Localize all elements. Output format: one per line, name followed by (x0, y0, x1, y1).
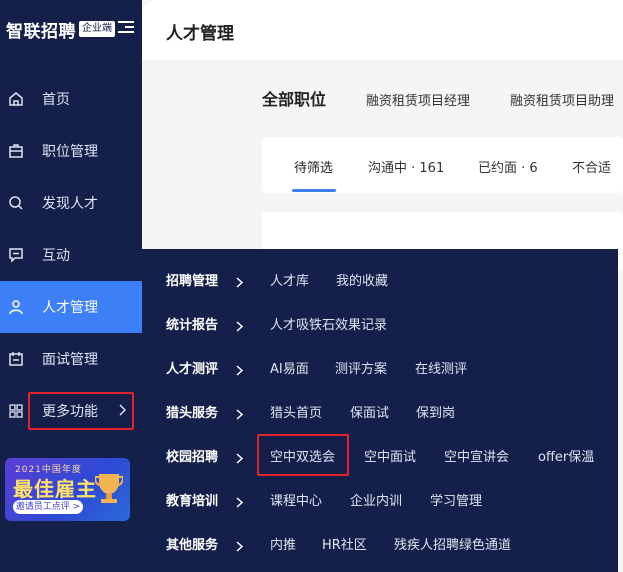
flyout-row: 其他服务 内推 HR社区 残疾人招聘绿色通道 (142, 521, 618, 565)
flyout-category[interactable]: 其他服务 (166, 534, 218, 553)
chevron-right-icon (236, 317, 244, 336)
chevron-right-icon (236, 405, 244, 424)
sidebar-item-label: 人才管理 (42, 300, 98, 316)
banner-button[interactable]: 邀请员工点评 > (13, 500, 83, 514)
page-title: 人才管理 (166, 24, 234, 44)
flyout-link[interactable]: 保面试 (350, 402, 389, 421)
sidebar-item-jobs[interactable]: 职位管理 (0, 125, 142, 177)
flyout-link[interactable]: 企业内训 (350, 490, 402, 509)
flyout-row: 校园招聘 空中双选会 空中面试 空中宣讲会 offer保温 (142, 433, 618, 477)
flyout-link[interactable]: offer保温 (538, 446, 594, 465)
menu-toggle-icon[interactable] (118, 21, 134, 35)
sidebar-item-label: 职位管理 (42, 144, 98, 160)
brand-logo[interactable]: 智联招聘 企业端 (6, 14, 115, 44)
flyout-link[interactable]: 学习管理 (430, 490, 482, 509)
flyout-link[interactable]: 残疾人招聘绿色通道 (394, 534, 511, 553)
flyout-link[interactable]: 猎头首页 (270, 402, 322, 421)
flyout-link[interactable]: 内推 (270, 534, 296, 553)
flyout-row: 教育培训 课程中心 企业内训 学习管理 (142, 477, 618, 521)
sidebar-item-label: 发现人才 (42, 196, 98, 212)
chevron-right-icon (236, 493, 244, 512)
status-tab-pending[interactable]: 待筛选 (294, 157, 333, 176)
top-header: 人才管理 (142, 0, 623, 60)
flyout-row: 人才测评 AI易面 测评方案 在线测评 (142, 345, 618, 389)
status-tabs: 待筛选 沟通中 · 161 已约面 · 6 不合适 (262, 137, 623, 193)
app-window: 智联招聘 企业端 首页 职位管理 发现人才 互动 人才管理 面试管理 更多功能 … (0, 0, 623, 572)
flyout-link[interactable]: 在线测评 (415, 358, 467, 377)
flyout-category[interactable]: 猎头服务 (166, 402, 218, 421)
flyout-link[interactable]: 人才库 (270, 270, 309, 289)
banner-title: 最佳雇主 (13, 477, 97, 501)
brand-tag: 企业端 (79, 21, 115, 37)
flyout-link[interactable]: HR社区 (322, 534, 367, 553)
chevron-right-icon (236, 449, 244, 468)
search-icon (8, 195, 24, 211)
flyout-row: 统计报告 人才吸铁石效果记录 (142, 301, 618, 345)
briefcase-icon (8, 143, 24, 159)
trophy-icon (93, 470, 125, 506)
sidebar-item-label: 首页 (42, 92, 70, 108)
chevron-right-icon (236, 361, 244, 380)
status-tab-rejected[interactable]: 不合适 (572, 157, 611, 176)
flyout-link[interactable]: 空中面试 (364, 446, 416, 465)
flyout-link[interactable]: AI易面 (270, 358, 309, 377)
flyout-category[interactable]: 统计报告 (166, 314, 218, 333)
chat-icon (8, 247, 24, 263)
chevron-right-icon (236, 273, 244, 292)
promo-banner[interactable]: 2021中国年度 最佳雇主 邀请员工点评 > (5, 458, 130, 521)
grid-icon (8, 403, 24, 419)
position-tab-all[interactable]: 全部职位 (262, 86, 326, 110)
flyout-row: 猎头服务 猎头首页 保面试 保到岗 (142, 389, 618, 433)
flyout-category[interactable]: 招聘管理 (166, 270, 218, 289)
active-tab-underline (292, 189, 336, 192)
flyout-link[interactable]: 人才吸铁石效果记录 (270, 314, 387, 333)
flyout-category[interactable]: 人才测评 (166, 358, 218, 377)
position-tab[interactable]: 融资租赁项目经理 (366, 90, 470, 109)
more-features-flyout: 招聘管理 人才库 我的收藏 统计报告 人才吸铁石效果记录 人才测评 AI易面 测… (142, 249, 618, 572)
highlight-box (28, 392, 134, 430)
chevron-right-icon (236, 537, 244, 556)
brand-name: 智联招聘 (6, 21, 76, 42)
sidebar: 智联招聘 企业端 首页 职位管理 发现人才 互动 人才管理 面试管理 更多功能 … (0, 0, 142, 572)
highlight-box (257, 434, 349, 476)
sidebar-item-interaction[interactable]: 互动 (0, 229, 142, 281)
user-icon (8, 299, 24, 315)
flyout-link[interactable]: 课程中心 (270, 490, 322, 509)
status-tab-interview-scheduled[interactable]: 已约面 · 6 (478, 157, 538, 176)
flyout-category[interactable]: 校园招聘 (166, 446, 218, 465)
flyout-row: 招聘管理 人才库 我的收藏 (142, 257, 618, 301)
flyout-link[interactable]: 保到岗 (416, 402, 455, 421)
position-tab[interactable]: 融资租赁项目助理 (510, 90, 614, 109)
flyout-link[interactable]: 空中宣讲会 (444, 446, 509, 465)
status-tab-communicating[interactable]: 沟通中 · 161 (368, 157, 444, 176)
home-icon (8, 91, 24, 107)
flyout-link[interactable]: 我的收藏 (336, 270, 388, 289)
sidebar-item-discover[interactable]: 发现人才 (0, 177, 142, 229)
calendar-icon (8, 351, 24, 367)
sidebar-item-talent[interactable]: 人才管理 (0, 281, 142, 333)
sidebar-item-more[interactable]: 更多功能 (0, 385, 142, 437)
sidebar-menu: 首页 职位管理 发现人才 互动 人才管理 面试管理 更多功能 (0, 73, 142, 437)
sidebar-item-label: 面试管理 (42, 352, 98, 368)
position-tabs: 全部职位 融资租赁项目经理 融资租赁项目助理 (262, 86, 623, 110)
sidebar-item-label: 互动 (42, 248, 70, 264)
flyout-link[interactable]: 测评方案 (335, 358, 387, 377)
sidebar-item-interview[interactable]: 面试管理 (0, 333, 142, 385)
flyout-category[interactable]: 教育培训 (166, 490, 218, 509)
sidebar-item-home[interactable]: 首页 (0, 73, 142, 125)
